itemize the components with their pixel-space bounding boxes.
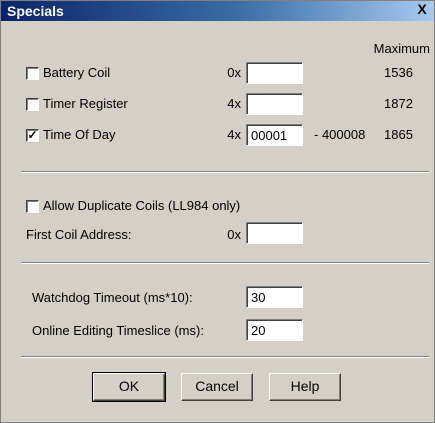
timer-register-prefix: 4x [227, 96, 241, 111]
first-coil-address-label: First Coil Address: [26, 227, 132, 242]
timer-register-input[interactable] [246, 93, 303, 115]
dialog-title: Specials [7, 3, 64, 19]
first-coil-prefix: 0x [227, 227, 241, 242]
maximum-column-header: Maximum [373, 41, 430, 56]
time-of-day-input[interactable]: 00001 [246, 124, 303, 146]
allow-duplicate-coils-label: Allow Duplicate Coils (LL984 only) [43, 198, 241, 213]
separator-middle [21, 262, 429, 264]
ok-button[interactable]: OK [92, 372, 166, 402]
time-of-day-prefix: 4x [227, 127, 241, 142]
battery-coil-label: Battery Coil [43, 65, 111, 80]
timer-register-label: Timer Register [43, 96, 128, 111]
close-icon[interactable]: X [414, 2, 430, 18]
time-of-day-label: Time Of Day [43, 127, 116, 142]
timer-register-maximum: 1872 [384, 96, 413, 111]
time-of-day-range: - 400008 [314, 127, 366, 142]
separator-bottom [21, 356, 429, 358]
time-of-day-checkbox[interactable]: ✓ [26, 129, 39, 142]
online-editing-timeslice-label: Online Editing Timeslice (ms): [32, 323, 204, 338]
watchdog-timeout-label: Watchdog Timeout (ms*10): [32, 290, 193, 305]
time-of-day-maximum: 1865 [384, 127, 413, 142]
battery-coil-input[interactable] [246, 62, 303, 84]
help-button[interactable]: Help [269, 373, 341, 401]
specials-dialog: Specials X Maximum Battery Coil 0x 1536 … [0, 0, 435, 423]
battery-coil-checkbox[interactable] [26, 67, 39, 80]
separator-top [21, 171, 429, 173]
watchdog-timeout-input[interactable]: 30 [246, 286, 303, 308]
first-coil-address-input[interactable] [246, 222, 303, 244]
online-editing-timeslice-input[interactable]: 20 [246, 319, 303, 341]
timer-register-checkbox[interactable] [26, 98, 39, 111]
battery-coil-maximum: 1536 [384, 65, 413, 80]
cancel-button[interactable]: Cancel [181, 373, 253, 401]
allow-duplicate-coils-checkbox[interactable] [26, 200, 39, 213]
battery-coil-prefix: 0x [227, 65, 241, 80]
title-bar: Specials X [1, 1, 434, 21]
